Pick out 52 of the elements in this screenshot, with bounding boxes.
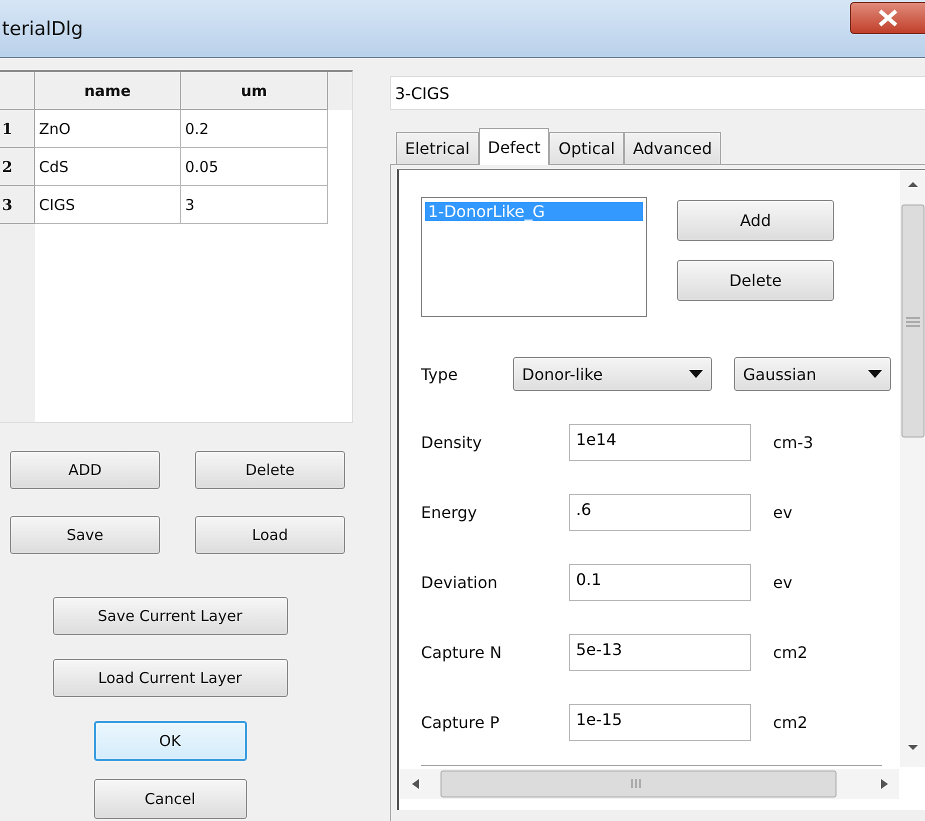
tab[interactable]: Optical	[549, 132, 624, 164]
input-field[interactable]: 0.1	[569, 564, 751, 601]
dialog-button[interactable]: Load Current Layer	[52, 659, 288, 697]
dialog-button[interactable]: Load	[195, 516, 345, 554]
field-label: Energy	[421, 503, 478, 522]
field-label: Capture N	[421, 643, 503, 662]
field-label: Type	[421, 364, 459, 384]
layer-name-field[interactable]: 3-CIGS	[390, 76, 925, 110]
input-field[interactable]: 5e-13	[569, 634, 751, 671]
dialog-button[interactable]: Cancel	[94, 779, 246, 819]
unit-label: ev	[773, 503, 792, 522]
dialog-button[interactable]: OK	[94, 721, 246, 761]
column-header[interactable]: um	[181, 72, 328, 110]
horizontal-scrollbar[interactable]	[399, 769, 899, 799]
unit-label: ev	[773, 573, 792, 592]
header-background	[328, 72, 352, 110]
dialog-button[interactable]: Delete	[195, 451, 345, 489]
tab[interactable]: Defect	[478, 128, 550, 165]
column-header[interactable]: name	[35, 72, 181, 110]
row-header[interactable]: 1	[0, 110, 35, 148]
dialog-button[interactable]: Save	[10, 516, 160, 554]
field-label: Deviation	[421, 573, 499, 592]
defect-button[interactable]: Add	[677, 200, 834, 241]
table-cell[interactable]: 0.05	[181, 148, 328, 186]
unit-label: cm2	[773, 643, 808, 662]
table-corner[interactable]	[0, 72, 35, 110]
close-icon	[877, 8, 899, 26]
field-label: Density	[421, 433, 483, 452]
tab[interactable]: Eletrical	[396, 132, 479, 164]
row-header[interactable]: 3	[0, 186, 35, 224]
table-cell[interactable]: ZnO	[35, 110, 181, 148]
unit-label: cm2	[773, 713, 808, 732]
caret-icon	[689, 370, 703, 378]
close-button[interactable]	[850, 2, 925, 34]
field-label: Capture P	[421, 713, 500, 732]
table-cell[interactable]: 3	[181, 186, 328, 224]
input-field[interactable]: 1e14	[569, 424, 751, 461]
table-cell[interactable]: CIGS	[35, 186, 181, 224]
input-field[interactable]: 1e-15	[569, 704, 751, 741]
input-field[interactable]: .6	[569, 494, 751, 531]
caret-icon	[868, 370, 882, 378]
table-cell[interactable]: CdS	[35, 148, 181, 186]
table-cell[interactable]: 0.2	[181, 110, 328, 148]
window-title: terialDlg	[2, 18, 84, 40]
dialog-button[interactable]: Save Current Layer	[52, 597, 288, 635]
tab[interactable]: Advanced	[624, 132, 722, 164]
dropdown[interactable]: Donor-like	[513, 357, 712, 391]
dropdown[interactable]: Gaussian	[734, 357, 891, 391]
defect-button[interactable]: Delete	[677, 260, 834, 301]
row-header[interactable]: 2	[0, 148, 35, 186]
unit-label: cm-3	[773, 433, 814, 452]
dialog-button[interactable]: ADD	[10, 451, 160, 489]
